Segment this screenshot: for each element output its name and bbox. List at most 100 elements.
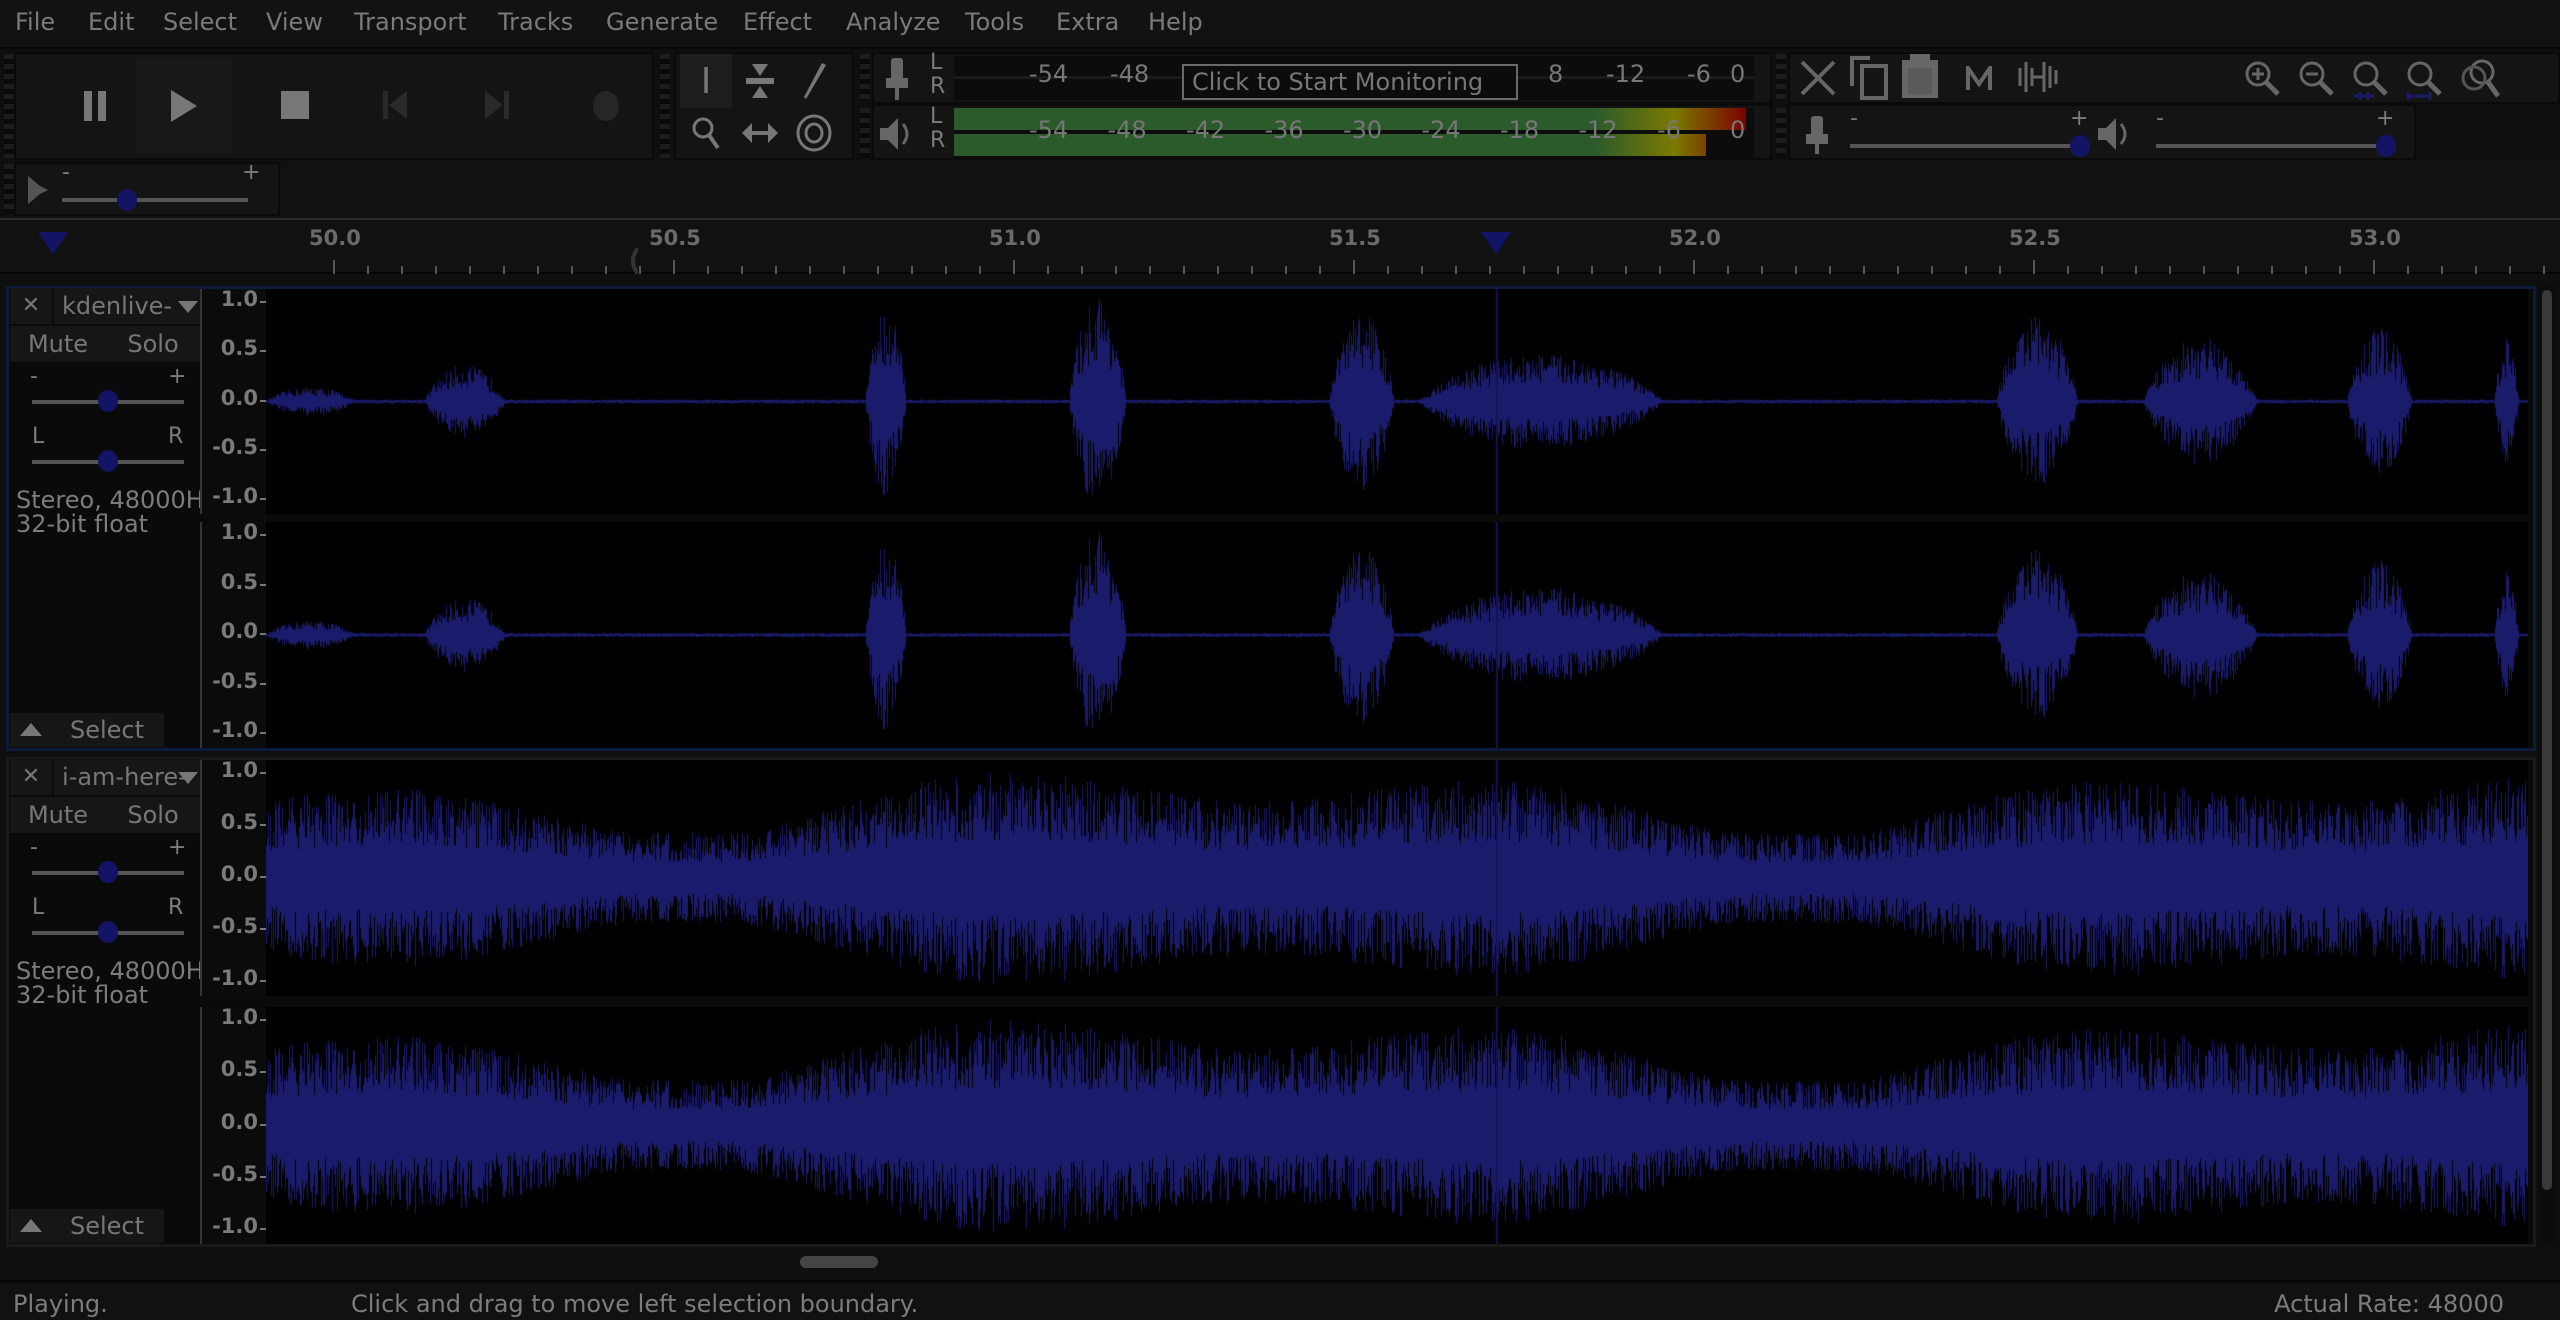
skip-to-start-button[interactable] <box>346 54 446 158</box>
menu-analyze[interactable]: Analyze <box>846 8 941 36</box>
selection-boundary-marker-icon[interactable] <box>628 248 638 274</box>
record-button[interactable] <box>556 54 656 158</box>
pan-slider-thumb[interactable] <box>98 450 118 472</box>
amplitude-label: 1.0 <box>220 1005 258 1029</box>
select-track-button[interactable]: Select <box>10 713 164 747</box>
playback-volume-slider[interactable] <box>2156 124 2396 157</box>
playhead-marker-icon[interactable] <box>1480 232 1511 254</box>
zoom-toggle-icon[interactable] <box>2460 58 2506 104</box>
copy-icon[interactable] <box>1850 56 1890 100</box>
dropdown-arrow-icon <box>178 301 198 313</box>
gain-slider-thumb[interactable] <box>98 390 118 412</box>
vertical-ruler[interactable]: 1.0 0.5 0.0 -0.5 -1.0 <box>200 520 266 748</box>
fit-project-icon[interactable] <box>2406 60 2450 104</box>
playback-speed-slider[interactable] <box>62 178 248 211</box>
time-shift-tool[interactable] <box>734 108 786 158</box>
slider-thumb[interactable] <box>2376 135 2396 157</box>
trim-icon[interactable] <box>1966 66 1992 90</box>
skip-to-end-button[interactable] <box>448 54 548 158</box>
toolbar-grip[interactable] <box>4 164 14 214</box>
gain-slider[interactable] <box>32 855 184 885</box>
speaker-icon[interactable] <box>878 116 914 152</box>
menu-effect[interactable]: Effect <box>743 8 812 36</box>
ruler-tick <box>1659 266 1661 274</box>
menu-file[interactable]: File <box>15 8 55 36</box>
vertical-scrollbar[interactable] <box>2538 286 2558 1246</box>
silence-icon[interactable] <box>2016 60 2060 94</box>
ruler-label: 50.5 <box>649 226 701 250</box>
ruler-tick <box>2373 260 2375 274</box>
playback-meter[interactable]: -54 -48 -42 -36 -30 -24 -18 -12 -6 0 <box>954 108 1754 158</box>
menu-view[interactable]: View <box>266 8 323 36</box>
mute-button[interactable]: Mute <box>10 797 106 833</box>
close-track-button[interactable]: ✕ <box>10 288 52 324</box>
waveform-channel[interactable] <box>266 760 2528 996</box>
slider-thumb[interactable] <box>2070 135 2090 157</box>
waveform-channel[interactable] <box>266 522 2528 748</box>
menu-edit[interactable]: Edit <box>88 8 134 36</box>
target-icon <box>796 114 832 152</box>
zoom-in-icon[interactable] <box>2244 60 2284 100</box>
waveform-channel[interactable] <box>266 289 2528 514</box>
mute-button[interactable]: Mute <box>10 326 106 362</box>
slider-thumb[interactable] <box>117 189 138 211</box>
vertical-ruler[interactable]: 1.0 0.5 0.0 -0.5 -1.0 <box>200 287 266 514</box>
horizontal-scrollbar-thumb[interactable] <box>800 1256 878 1268</box>
menu-select[interactable]: Select <box>163 8 237 36</box>
pan-slider-thumb[interactable] <box>98 921 118 943</box>
microphone-icon[interactable] <box>884 58 910 100</box>
pause-button[interactable] <box>46 54 146 158</box>
meter-tick: -12 <box>1606 60 1646 88</box>
vertical-ruler[interactable]: 1.0 0.5 0.0 -0.5 -1.0 <box>200 758 266 996</box>
toolbar-grip[interactable] <box>860 108 870 158</box>
timeline-ruler[interactable]: 50.0 50.5 51.0 51.5 52.0 52.5 53.0 <box>0 218 2560 274</box>
vertical-scrollbar-thumb[interactable] <box>2542 290 2552 1190</box>
pan-slider[interactable] <box>32 915 184 945</box>
record-volume-slider[interactable] <box>1850 124 2090 157</box>
waveform-channel[interactable] <box>266 1007 2528 1244</box>
cut-icon[interactable] <box>1800 60 1836 96</box>
multi-tool[interactable] <box>788 108 840 158</box>
solo-button[interactable]: Solo <box>106 797 200 833</box>
zoom-out-icon[interactable] <box>2298 60 2338 100</box>
ruler-tick <box>2033 260 2035 274</box>
amplitude-label: -0.5 <box>212 914 258 938</box>
menu-help[interactable]: Help <box>1148 8 1203 36</box>
ruler-label: 52.5 <box>2009 226 2061 250</box>
ruler-tick <box>1761 266 1763 274</box>
menu-transport[interactable]: Transport <box>354 8 467 36</box>
vertical-ruler[interactable]: 1.0 0.5 0.0 -0.5 -1.0 <box>200 1005 266 1244</box>
toolbar-grip[interactable] <box>1776 108 1786 158</box>
ruler-tick <box>1625 266 1627 274</box>
draw-tool[interactable] <box>788 54 840 108</box>
fit-selection-icon[interactable] <box>2352 60 2396 104</box>
envelope-tool[interactable] <box>734 54 786 108</box>
gain-slider[interactable] <box>32 384 184 414</box>
start-monitoring-button[interactable]: Click to Start Monitoring <box>1182 64 1518 100</box>
horizontal-scrollbar[interactable] <box>266 1250 2536 1278</box>
play-button[interactable] <box>136 58 232 154</box>
select-track-button[interactable]: Select <box>10 1209 164 1243</box>
solo-button[interactable]: Solo <box>106 326 200 362</box>
toolbar-grip[interactable] <box>4 54 14 158</box>
menu-tracks[interactable]: Tracks <box>498 8 573 36</box>
play-at-speed-icon[interactable] <box>26 176 50 204</box>
paste-icon[interactable] <box>1900 54 1940 100</box>
close-track-button[interactable]: ✕ <box>10 759 52 795</box>
ruler-tick <box>367 266 369 274</box>
toolbar-grip[interactable] <box>1776 54 1786 100</box>
pan-slider[interactable] <box>32 444 184 474</box>
record-meter[interactable]: -54 -48 - 8 -12 -6 0 Click to Start Moni… <box>954 56 1754 100</box>
menu-tools[interactable]: Tools <box>965 8 1024 36</box>
gain-slider-thumb[interactable] <box>98 861 118 883</box>
menu-generate[interactable]: Generate <box>606 8 718 36</box>
menu-extra[interactable]: Extra <box>1056 8 1119 36</box>
playback-start-marker-icon[interactable] <box>38 232 68 254</box>
zoom-tool[interactable] <box>680 108 732 158</box>
toolbar-grip[interactable] <box>660 54 670 158</box>
meter-tick: -30 <box>1343 116 1383 144</box>
toolbar-grip[interactable] <box>860 54 870 100</box>
stop-button[interactable] <box>246 54 346 158</box>
selection-tool[interactable]: I <box>680 54 732 108</box>
ruler-tick <box>333 260 335 274</box>
